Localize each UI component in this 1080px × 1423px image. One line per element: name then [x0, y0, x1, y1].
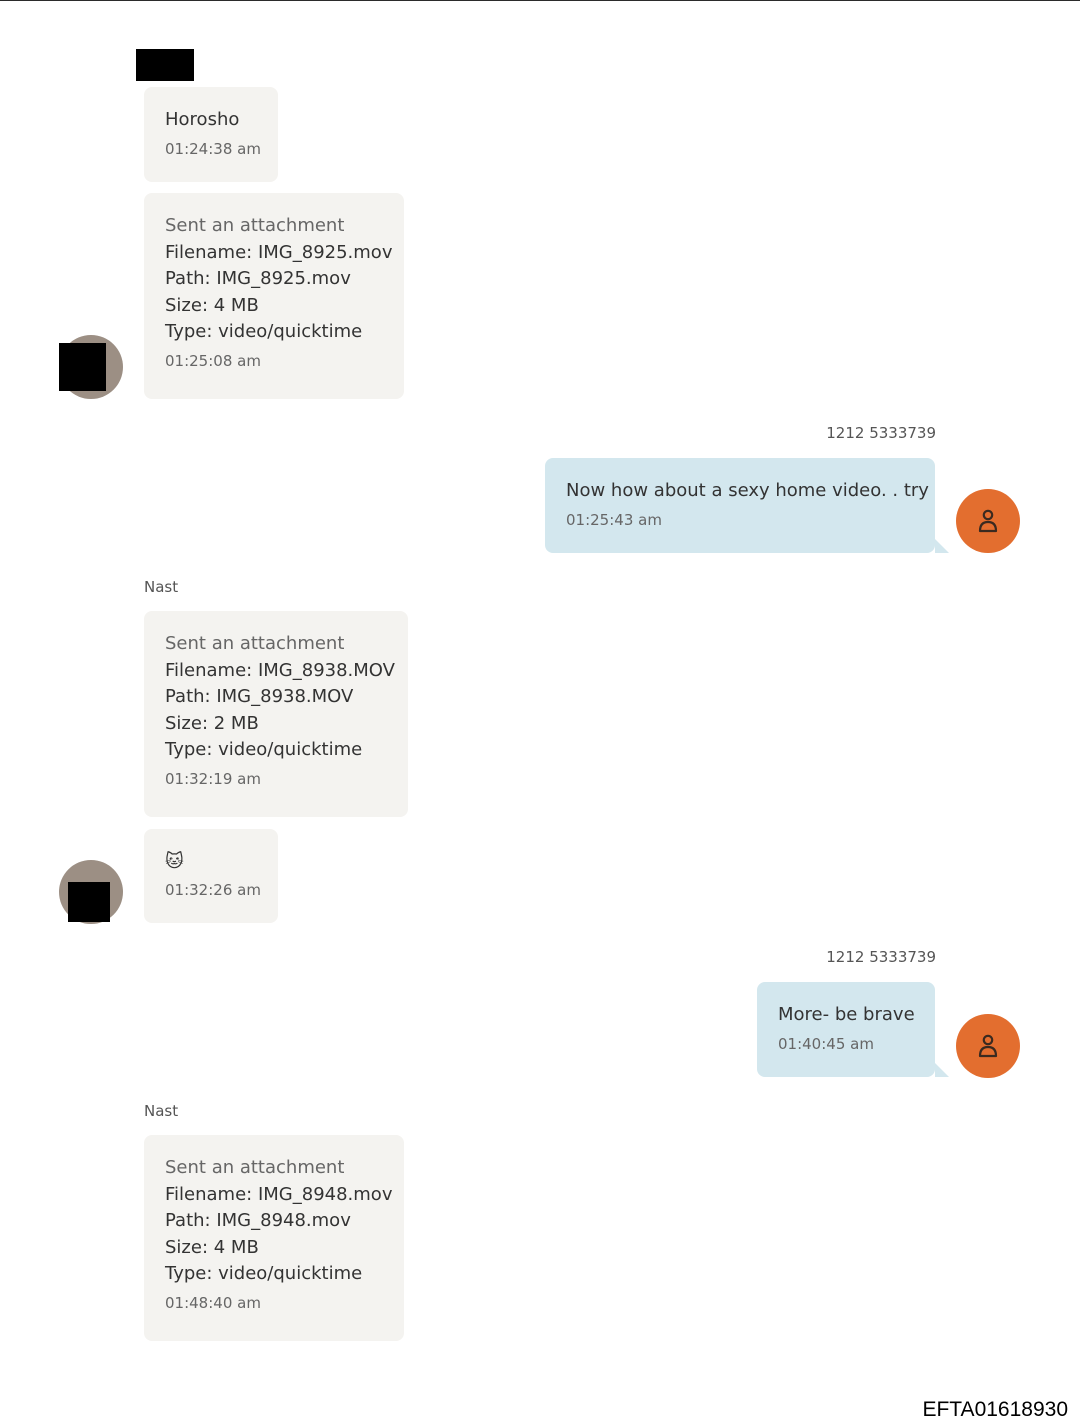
attachment-bubble-incoming: Sent an attachment Filename: IMG_8925.mo…	[144, 193, 404, 399]
message-timestamp: 01:40:45 am	[778, 1034, 874, 1053]
attachment-path: Path: IMG_8925.mov	[165, 268, 351, 289]
attachment-size: Size: 4 MB	[165, 294, 259, 316]
message-bubble-incoming: 🐱 01:32:26 am	[144, 829, 278, 923]
message-bubble-outgoing: Now how about a sexy home video. . try 0…	[545, 458, 949, 553]
redacted-avatar	[59, 343, 106, 391]
message-bubble-outgoing: More- be brave 01:40:45 am	[757, 982, 949, 1077]
attachment-type: Type: video/quicktime	[165, 739, 363, 760]
message-timestamp: 01:32:19 am	[165, 769, 261, 788]
attachment-heading: Sent an attachment	[165, 633, 345, 654]
redacted-sender-name	[136, 49, 194, 81]
page-top-rule	[0, 0, 1080, 1]
attachment-filename: Filename: IMG_8925.mov	[165, 241, 393, 263]
message-text: Horosho	[165, 109, 240, 130]
redacted-avatar	[68, 882, 110, 922]
message-timestamp: 01:32:26 am	[165, 881, 261, 899]
attachment-size: Size: 2 MB	[165, 712, 259, 734]
cat-emoji: 🐱	[165, 851, 184, 872]
sender-label: Nast	[144, 1102, 179, 1120]
document-id: EFTA01618930	[922, 1398, 1068, 1421]
message-text: Now how about a sexy home video. . try	[566, 480, 929, 501]
attachment-heading: Sent an attachment	[165, 1157, 345, 1178]
attachment-type: Type: video/quicktime	[165, 321, 363, 342]
attachment-size: Size: 4 MB	[165, 1236, 259, 1258]
message-timestamp: 01:24:38 am	[165, 139, 261, 158]
attachment-bubble-incoming: Sent an attachment Filename: IMG_8948.mo…	[144, 1135, 404, 1341]
attachment-filename: Filename: IMG_8948.mov	[165, 1183, 393, 1205]
attachment-bubble-incoming: Sent an attachment Filename: IMG_8938.MO…	[144, 611, 408, 817]
attachment-type: Type: video/quicktime	[165, 1263, 363, 1284]
attachment-filename: Filename: IMG_8938.MOV	[165, 659, 395, 681]
sender-label: Nast	[144, 578, 179, 596]
message-timestamp: 01:25:43 am	[566, 510, 662, 529]
attachment-heading: Sent an attachment	[165, 215, 345, 236]
sender-label: 1212 5333739	[826, 424, 936, 442]
person-icon	[978, 1034, 998, 1058]
user-avatar	[956, 1014, 1020, 1078]
sender-label: 1212 5333739	[826, 948, 936, 966]
message-timestamp: 01:48:40 am	[165, 1293, 261, 1312]
message-bubble-incoming: Horosho 01:24:38 am	[144, 87, 278, 182]
person-icon	[978, 509, 998, 533]
attachment-path: Path: IMG_8948.mov	[165, 1210, 351, 1231]
user-avatar	[956, 489, 1020, 553]
message-text: More- be brave	[778, 1004, 915, 1025]
message-timestamp: 01:25:08 am	[165, 351, 261, 370]
attachment-path: Path: IMG_8938.MOV	[165, 686, 354, 707]
